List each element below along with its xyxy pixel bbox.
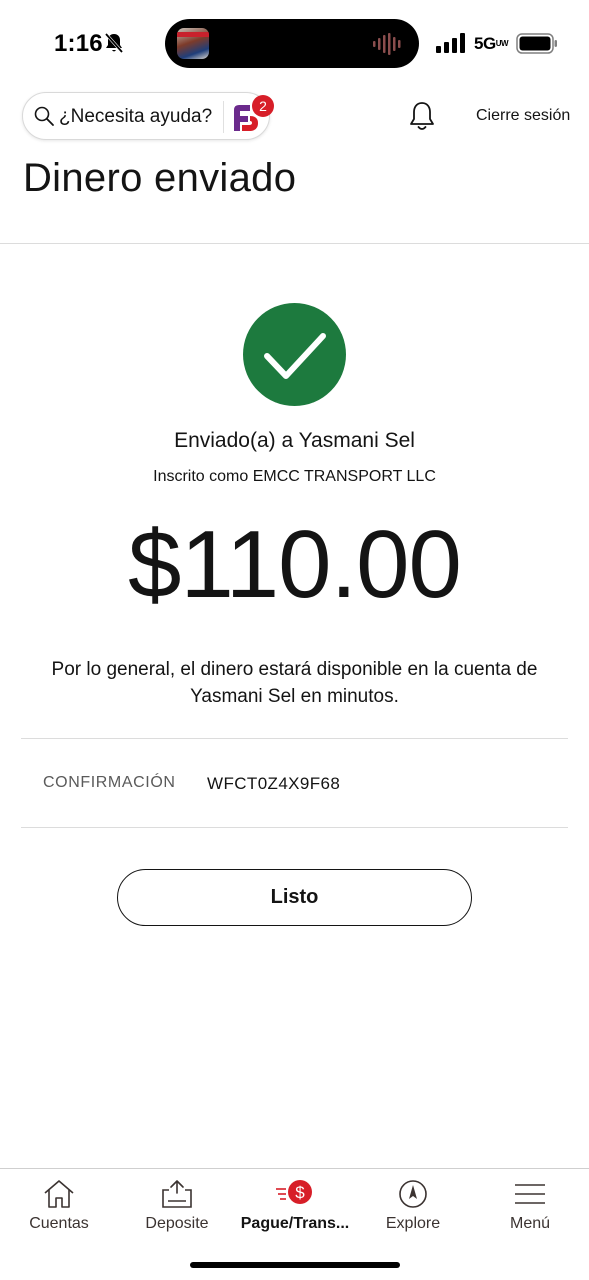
divider [21, 827, 568, 828]
notifications-bell-icon[interactable] [407, 100, 437, 132]
nav-label: Menú [509, 1215, 551, 1232]
compass-icon [399, 1180, 427, 1208]
now-playing-thumbnail [177, 28, 209, 59]
deposit-icon [162, 1180, 192, 1208]
home-icon [44, 1180, 74, 1208]
nav-label: Explore [385, 1215, 441, 1232]
battery-icon [516, 33, 557, 54]
pay-transfer-icon: $ [276, 1180, 312, 1204]
sent-amount: $110.00 [128, 511, 462, 618]
page-title: Dinero enviado [23, 156, 297, 200]
availability-line-1: Por lo general, el dinero estará disponi… [51, 659, 538, 680]
notification-count-badge: 2 [252, 95, 274, 117]
cellular-signal-icon [436, 33, 465, 53]
help-search-field[interactable]: ¿Necesita ayuda? 2 [22, 92, 274, 140]
done-button[interactable]: Listo [117, 869, 472, 926]
help-placeholder: ¿Necesita ayuda? [59, 106, 213, 127]
nav-label: Pague/Trans... [240, 1215, 350, 1232]
nav-label: Cuentas [29, 1215, 89, 1232]
network-type: 5GUW [474, 34, 509, 53]
svg-text:$: $ [295, 1183, 305, 1202]
availability-line-2: Yasmani Sel en minutos. [190, 686, 399, 707]
nav-label: Deposite [145, 1215, 209, 1232]
confirmation-label: CONFIRMACIÓN [43, 774, 176, 791]
enrolled-as-line: Inscrito como EMCC TRANSPORT LLC [153, 468, 436, 485]
silent-mode-icon [104, 33, 124, 53]
nav-item-explore[interactable]: Explore [354, 1169, 472, 1249]
status-bar: 1:16 5GUW [0, 0, 589, 86]
hamburger-menu-icon [515, 1184, 545, 1204]
dynamic-island [165, 19, 419, 68]
nav-item-accounts[interactable]: Cuentas [0, 1169, 118, 1249]
logout-link[interactable]: Cierre sesión [476, 107, 570, 125]
nav-item-deposit[interactable]: Deposite [118, 1169, 236, 1249]
availability-message: Por lo general, el dinero estará disponi… [30, 656, 559, 710]
confirmation-number: WFCT0Z4X9F68 [207, 774, 341, 793]
header-divider [0, 243, 589, 244]
divider [21, 738, 568, 739]
nav-item-menu[interactable]: Menú [471, 1169, 589, 1249]
help-divider [223, 101, 224, 133]
nav-item-pay-transfer[interactable]: $ Pague/Trans... [236, 1169, 354, 1249]
success-check-icon [243, 303, 346, 406]
status-time: 1:16 [54, 30, 103, 57]
recipient-line: Enviado(a) a Yasmani Sel [174, 429, 415, 452]
search-icon [34, 106, 54, 126]
home-indicator[interactable] [190, 1262, 400, 1268]
audio-waveform-icon [373, 33, 401, 55]
